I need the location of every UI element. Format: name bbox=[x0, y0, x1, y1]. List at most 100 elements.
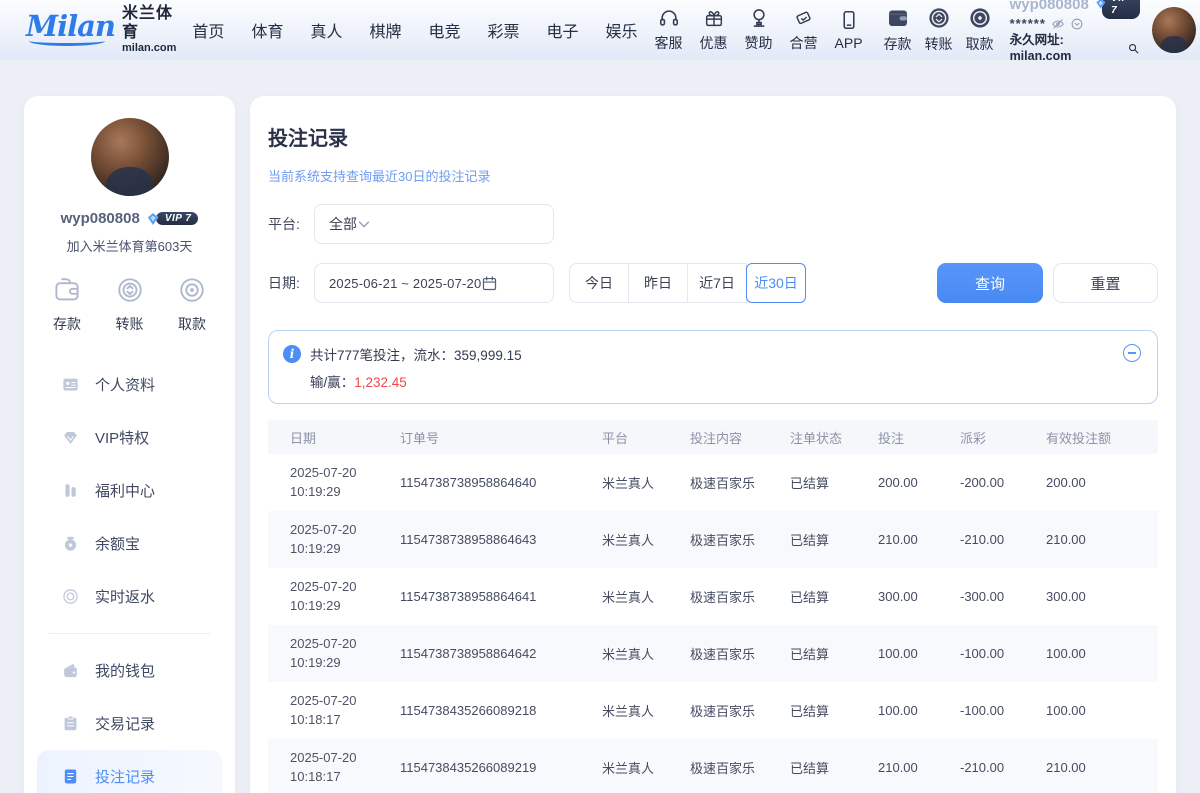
deposit-wallet-icon bbox=[886, 6, 910, 30]
bet-records-table: 日期 订单号 平台 投注内容 注单状态 投注 派彩 有效投注额 2025-07-… bbox=[268, 420, 1158, 793]
collapse-icon[interactable] bbox=[1123, 344, 1141, 362]
promotions-button[interactable]: 优惠 bbox=[700, 7, 728, 53]
menu-divider bbox=[49, 633, 210, 634]
info-icon: i bbox=[283, 345, 301, 363]
profile-avatar[interactable] bbox=[91, 118, 169, 196]
platform-select[interactable]: 全部 bbox=[314, 204, 554, 244]
header-right-cluster: 客服 优惠 赞助 合营 APP 存款 转账 bbox=[638, 0, 1197, 64]
money-pot-icon bbox=[61, 534, 80, 553]
nav-item-live-casino[interactable]: 真人 bbox=[310, 18, 342, 42]
join-days-text: 加入米兰体育第603天 bbox=[24, 236, 235, 255]
wallet-icon bbox=[61, 661, 80, 680]
app-download-button[interactable]: APP bbox=[835, 9, 863, 51]
sidebar-transfer-button[interactable]: 转账 bbox=[115, 275, 145, 334]
gift-icon bbox=[703, 7, 725, 29]
cell-order: 1154738738958864641 bbox=[400, 589, 602, 604]
main-nav: 首页 体育 真人 棋牌 电竞 彩票 电子 娱乐 bbox=[192, 18, 637, 42]
sidebar-deposit-button[interactable]: 存款 bbox=[52, 275, 82, 334]
table-header-row: 日期 订单号 平台 投注内容 注单状态 投注 派彩 有效投注额 bbox=[268, 420, 1158, 454]
cell-date: 2025-07-2010:19:29 bbox=[290, 578, 400, 616]
cell-status: 已结算 bbox=[790, 644, 878, 663]
nav-item-lottery[interactable]: 彩票 bbox=[488, 18, 520, 42]
menu-welfare-center[interactable]: 福利中心 bbox=[37, 464, 222, 517]
turnover-value: 359,999.15 bbox=[454, 348, 522, 363]
cell-platform: 米兰真人 bbox=[602, 644, 690, 663]
query-button[interactable]: 查询 bbox=[937, 263, 1043, 303]
chevron-circle-icon[interactable] bbox=[1070, 17, 1084, 31]
vip-badge: VIP 7 bbox=[1094, 0, 1141, 13]
date-range-input[interactable]: 2025-06-21 ~ 2025-07-20 bbox=[314, 263, 554, 303]
menu-yuebao[interactable]: 余额宝 bbox=[37, 517, 222, 570]
site-logo[interactable]: Milan 米兰体育 milan.com bbox=[26, 5, 176, 54]
calendar-icon bbox=[481, 275, 498, 292]
cell-content: 极速百家乐 bbox=[690, 473, 790, 492]
cell-content: 极速百家乐 bbox=[690, 644, 790, 663]
menu-transaction-records[interactable]: 交易记录 bbox=[37, 697, 222, 750]
partner-icon bbox=[793, 7, 815, 29]
withdraw-button[interactable]: 取款 bbox=[966, 6, 994, 54]
phone-icon bbox=[838, 9, 860, 31]
user-avatar[interactable] bbox=[1152, 7, 1196, 53]
nav-item-entertainment[interactable]: 娱乐 bbox=[606, 18, 638, 42]
nav-item-chess[interactable]: 棋牌 bbox=[369, 18, 401, 42]
withdraw-icon bbox=[968, 6, 992, 30]
customer-service-button[interactable]: 客服 bbox=[655, 7, 683, 53]
summary-line1: 共计777笔投注，流水：359,999.15 bbox=[310, 344, 522, 364]
cell-order: 1154738738958864643 bbox=[400, 532, 602, 547]
table-row: 2025-07-2010:19:29 1154738738958864643 米… bbox=[268, 511, 1158, 568]
magnifier-icon[interactable] bbox=[1127, 42, 1140, 55]
cell-order: 1154738435266089219 bbox=[400, 760, 602, 775]
menu-my-wallet[interactable]: 我的钱包 bbox=[37, 644, 222, 697]
reset-button[interactable]: 重置 bbox=[1053, 263, 1158, 303]
rebate-icon bbox=[61, 587, 80, 606]
menu-bet-records[interactable]: 投注记录 bbox=[37, 750, 222, 793]
sponsorship-button[interactable]: 赞助 bbox=[745, 7, 773, 53]
quick-date-last7-button[interactable]: 近7日 bbox=[687, 263, 747, 303]
cell-status: 已结算 bbox=[790, 530, 878, 549]
transfer-button[interactable]: 转账 bbox=[925, 6, 953, 54]
cell-status: 已结算 bbox=[790, 758, 878, 777]
nav-item-home[interactable]: 首页 bbox=[192, 18, 224, 42]
vip-level-text: VIP 7 bbox=[1102, 0, 1140, 19]
clipboard-icon bbox=[61, 714, 80, 733]
quick-date-last30-button[interactable]: 近30日 bbox=[746, 263, 806, 303]
cell-valid: 300.00 bbox=[1046, 589, 1158, 604]
username-text: wyp080808 bbox=[1010, 0, 1089, 15]
table-row: 2025-07-2010:18:17 1154738435266089218 米… bbox=[268, 682, 1158, 739]
date-label: 日期: bbox=[268, 273, 314, 293]
menu-vip-privileges[interactable]: VIP特权 bbox=[37, 411, 222, 464]
cell-payout: -210.00 bbox=[960, 532, 1046, 547]
table-row: 2025-07-2010:19:29 1154738738958864641 米… bbox=[268, 568, 1158, 625]
menu-profile[interactable]: 个人资料 bbox=[37, 358, 222, 411]
id-card-icon bbox=[61, 375, 80, 394]
quick-date-yesterday-button[interactable]: 昨日 bbox=[628, 263, 688, 303]
cell-payout: -100.00 bbox=[960, 646, 1046, 661]
eye-off-icon[interactable] bbox=[1051, 17, 1065, 31]
withdraw-icon bbox=[177, 275, 207, 305]
quick-date-today-button[interactable]: 今日 bbox=[569, 263, 629, 303]
transfer-icon bbox=[115, 275, 145, 305]
main-panel: 投注记录 当前系统支持查询最近30日的投注记录 平台: 全部 日期: 2025-… bbox=[250, 96, 1176, 793]
table-row: 2025-07-2010:19:29 1154738738958864642 米… bbox=[268, 625, 1158, 682]
vip-gem-icon bbox=[1094, 0, 1107, 13]
nav-item-esports[interactable]: 电竞 bbox=[428, 18, 460, 42]
table-row: 2025-07-2010:19:29 1154738738958864640 米… bbox=[268, 454, 1158, 511]
cell-valid: 200.00 bbox=[1046, 475, 1158, 490]
sidebar-withdraw-button[interactable]: 取款 bbox=[177, 275, 207, 334]
cell-bet: 200.00 bbox=[878, 475, 960, 490]
deposit-button[interactable]: 存款 bbox=[884, 6, 912, 54]
nav-item-slots[interactable]: 电子 bbox=[547, 18, 579, 42]
nav-item-sports[interactable]: 体育 bbox=[251, 18, 283, 42]
cell-date: 2025-07-2010:19:29 bbox=[290, 464, 400, 502]
date-filter-row: 日期: 2025-06-21 ~ 2025-07-20 今日 昨日 近7日 近3… bbox=[268, 263, 1158, 303]
cell-content: 极速百家乐 bbox=[690, 587, 790, 606]
cell-valid: 210.00 bbox=[1046, 532, 1158, 547]
partnership-button[interactable]: 合营 bbox=[790, 7, 818, 53]
permanent-url-text: 永久网址: milan.com bbox=[1010, 33, 1126, 64]
cell-status: 已结算 bbox=[790, 473, 878, 492]
profile-vip-badge: VIP 7 bbox=[145, 211, 199, 226]
sidebar-menu: 个人资料 VIP特权 福利中心 余额宝 实时返水 我的钱包 交易记录 bbox=[24, 358, 235, 793]
menu-realtime-rebate[interactable]: 实时返水 bbox=[37, 570, 222, 623]
cell-date: 2025-07-2010:18:17 bbox=[290, 692, 400, 730]
cell-content: 极速百家乐 bbox=[690, 530, 790, 549]
